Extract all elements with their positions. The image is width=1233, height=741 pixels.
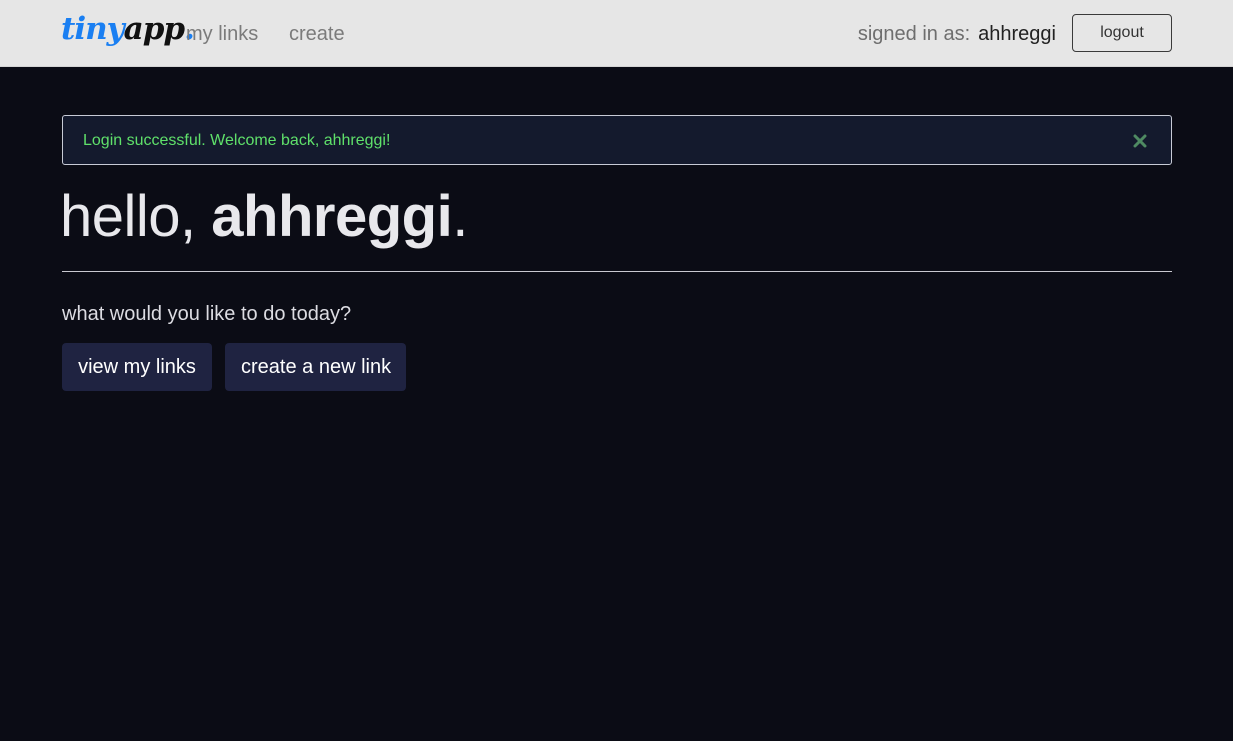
close-x-icon[interactable] (1129, 130, 1151, 152)
create-new-link-button[interactable]: create a new link (225, 343, 406, 391)
page-greeting: hello, ahhreggi. (60, 183, 468, 251)
signed-in-status: signed in as: ahhreggi (858, 22, 1056, 46)
brand-logo[interactable]: tinyapp. (61, 9, 195, 49)
nav-link-my-links[interactable]: my links (186, 22, 258, 46)
top-navbar: tinyapp. my links create signed in as: ah… (0, 0, 1233, 67)
greeting-text: hello, (60, 184, 212, 249)
brand-part-tiny: tiny (61, 11, 125, 47)
greeting-period: . (452, 184, 468, 249)
login-success-alert: Login successful. Welcome back, ahhreggi… (62, 115, 1172, 165)
view-my-links-button[interactable]: view my links (62, 343, 212, 391)
action-prompt: what would you like to do today? (62, 303, 352, 325)
nav-link-create[interactable]: create (289, 22, 345, 46)
signed-in-username: ahhreggi (978, 23, 1056, 45)
alert-message: Login successful. Welcome back, ahhreggi… (83, 132, 391, 149)
greeting-username: ahhreggi (211, 184, 453, 249)
logout-button[interactable]: logout (1072, 14, 1172, 52)
section-divider (62, 271, 1172, 272)
signed-in-label: signed in as: (857, 23, 971, 45)
brand-part-app: app (123, 11, 185, 47)
